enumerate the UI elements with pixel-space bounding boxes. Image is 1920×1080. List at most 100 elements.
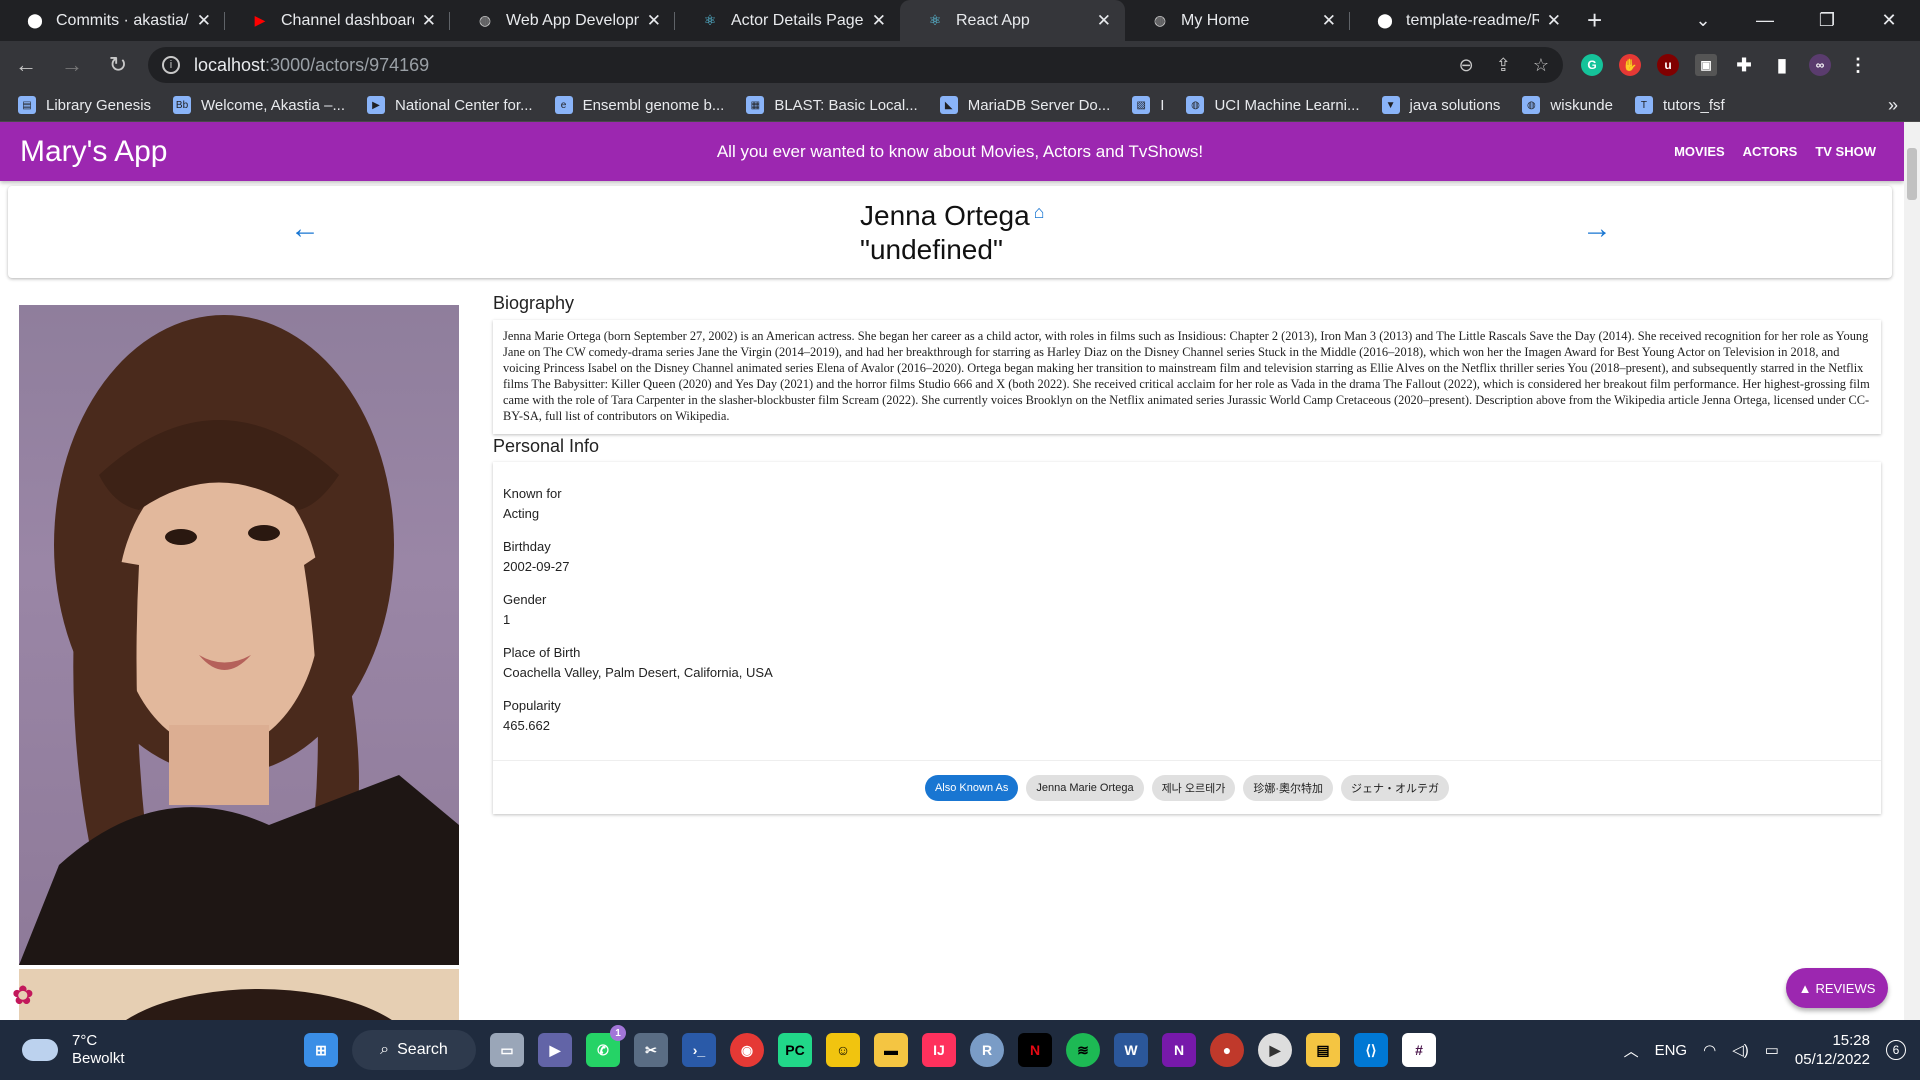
slack-icon[interactable]: #: [1402, 1033, 1436, 1067]
browser-tab[interactable]: ◍ Web App Developmen ✕: [450, 0, 675, 41]
bookmark-item[interactable]: ◍ wiskunde: [1522, 96, 1613, 114]
netflix-icon[interactable]: N: [1018, 1033, 1052, 1067]
browser-tab[interactable]: ⚛ Actor Details Page / A ✕: [675, 0, 900, 41]
app-brand[interactable]: Mary's App: [20, 135, 670, 169]
info-gender: Gender 1: [503, 590, 546, 630]
snipping-tool-icon[interactable]: ✂: [634, 1033, 668, 1067]
app-tagline: All you ever wanted to know about Movies…: [716, 141, 1204, 161]
powershell-icon[interactable]: ›_: [682, 1033, 716, 1067]
site-info-icon[interactable]: i: [162, 56, 180, 74]
close-tab-icon[interactable]: ✕: [197, 11, 211, 31]
next-arrow-icon[interactable]: →: [1582, 212, 1612, 246]
tab-search-icon[interactable]: ⌄: [1672, 0, 1734, 41]
close-window-icon[interactable]: ✕: [1858, 0, 1920, 41]
reviews-button[interactable]: ▲ REVIEWS: [1786, 968, 1888, 1008]
battery-icon[interactable]: ▭: [1765, 1041, 1779, 1059]
teams-chat-icon[interactable]: ▶: [538, 1033, 572, 1067]
volume-icon[interactable]: ◁): [1732, 1041, 1749, 1059]
nav-actors[interactable]: ACTORS: [1743, 144, 1798, 159]
extensions-puzzle-icon[interactable]: ✚: [1733, 54, 1755, 76]
anaconda-icon[interactable]: ☺: [826, 1033, 860, 1067]
file-explorer-icon[interactable]: ▬: [874, 1033, 908, 1067]
bookmark-item[interactable]: e Ensembl genome b...: [554, 96, 724, 114]
info-place-of-birth: Place of Birth Coachella Valley, Palm De…: [503, 643, 773, 683]
chevron-up-icon[interactable]: ︿: [1624, 1040, 1639, 1061]
bookmark-item[interactable]: ▤ Library Genesis: [18, 96, 151, 114]
reload-button[interactable]: ↻: [98, 45, 138, 85]
weather-widget[interactable]: 7°C Bewolkt: [22, 1032, 282, 1068]
browser-tab[interactable]: ⬤ Commits · akastia/lab ✕: [0, 0, 225, 41]
extensions-area: G ✋ u ▣ ✚ ▮ ∞ ⋮: [1581, 54, 1869, 76]
chrome-icon[interactable]: ◉: [730, 1033, 764, 1067]
onenote-icon[interactable]: N: [1162, 1033, 1196, 1067]
close-tab-icon[interactable]: ✕: [872, 11, 886, 31]
react-devtools-icon[interactable]: ✿: [12, 980, 42, 1010]
vscode-icon[interactable]: ⟨⟩: [1354, 1033, 1388, 1067]
windows-start-icon[interactable]: ⊞: [304, 1033, 338, 1067]
close-tab-icon[interactable]: ✕: [1547, 11, 1561, 31]
alias-chip[interactable]: 珍娜·奧尔特加: [1243, 774, 1334, 801]
bookmark-item[interactable]: Bb Welcome, Akastia –...: [173, 96, 345, 114]
ublock-icon[interactable]: u: [1657, 54, 1679, 76]
bookmark-item[interactable]: Ttutors_fsf: [1634, 96, 1725, 114]
restore-icon[interactable]: ❐: [1796, 0, 1858, 41]
spotify-icon[interactable]: ≋: [1066, 1033, 1100, 1067]
bookmark-item[interactable]: ▶ National Center for...: [367, 96, 533, 114]
more-bookmarks-button[interactable]: »: [1888, 95, 1898, 116]
home-icon[interactable]: ⌂: [1034, 202, 1045, 223]
address-bar[interactable]: i localhost:3000/actors/974169 ⊖ ⇪ ☆: [148, 47, 1563, 83]
clock[interactable]: 15:28 05/12/2022: [1795, 1031, 1870, 1069]
whatsapp-icon[interactable]: ✆ 1: [586, 1025, 626, 1067]
bookmark-star-icon[interactable]: ☆: [1533, 55, 1549, 76]
bookmark-item[interactable]: ▦ BLAST: Basic Local...: [746, 96, 918, 114]
previous-arrow-icon[interactable]: ←: [290, 212, 320, 246]
file-manager-icon[interactable]: ▤: [1306, 1033, 1340, 1067]
profile-avatar[interactable]: ∞: [1809, 54, 1831, 76]
browser-tab[interactable]: ◍ My Home ✕: [1125, 0, 1350, 41]
zoom-icon[interactable]: ⊖: [1459, 55, 1474, 76]
extension-box-icon[interactable]: ▣: [1695, 54, 1717, 76]
system-tray: ︿ ENG ◠ ◁) ▭ 15:28 05/12/2022 6: [1624, 1031, 1906, 1069]
share-icon[interactable]: ⇪: [1496, 55, 1511, 76]
new-tab-button[interactable]: +: [1587, 0, 1602, 41]
bookmark-item[interactable]: ▼ java solutions: [1381, 96, 1500, 114]
close-tab-icon[interactable]: ✕: [422, 11, 436, 31]
close-tab-icon[interactable]: ✕: [647, 11, 661, 31]
task-view-icon[interactable]: ▭: [490, 1033, 524, 1067]
taskbar-search[interactable]: ⌕ Search: [352, 1030, 476, 1070]
nav-tvshow[interactable]: TV SHOW: [1815, 144, 1876, 159]
browser-tab-active[interactable]: ⚛ React App ✕: [900, 0, 1125, 41]
close-tab-icon[interactable]: ✕: [1097, 11, 1111, 31]
browser-tab[interactable]: ▶ Channel dashboard - ✕: [225, 0, 450, 41]
bookmark-item[interactable]: ▧ I: [1132, 96, 1164, 114]
grammarly-icon[interactable]: G: [1581, 54, 1603, 76]
r-icon[interactable]: R: [970, 1033, 1004, 1067]
forward-button[interactable]: →: [52, 45, 92, 85]
side-panel-icon[interactable]: ▮: [1771, 54, 1793, 76]
back-button[interactable]: ←: [6, 45, 46, 85]
alias-chip[interactable]: ジェナ・オルテガ: [1341, 774, 1450, 801]
extension-red-icon[interactable]: ✋: [1619, 54, 1641, 76]
alias-chip[interactable]: 제나 오르테가: [1151, 774, 1236, 801]
menu-dots-icon[interactable]: ⋮: [1847, 54, 1869, 76]
bookmark-item[interactable]: ◣ MariaDB Server Do...: [939, 96, 1110, 114]
browser-tab[interactable]: ⬤ template-readme/RE ✕: [1350, 0, 1575, 41]
nav-movies[interactable]: MOVIES: [1674, 144, 1725, 159]
intellij-icon[interactable]: IJ: [922, 1033, 956, 1067]
notification-badge[interactable]: 6: [1886, 1040, 1906, 1060]
scrollbar-thumb[interactable]: [1907, 148, 1917, 200]
also-known-as-label-chip[interactable]: Also Known As: [924, 774, 1019, 801]
url-text[interactable]: localhost:3000/actors/974169: [194, 55, 1459, 76]
minimize-icon[interactable]: —: [1734, 0, 1796, 41]
wifi-icon[interactable]: ◠: [1703, 1041, 1716, 1059]
tab-title: Web App Developmen: [506, 11, 639, 29]
page-scrollbar[interactable]: [1904, 122, 1920, 1020]
word-icon[interactable]: W: [1114, 1033, 1148, 1067]
bookmark-item[interactable]: ◍ UCI Machine Learni...: [1186, 96, 1360, 114]
media-player-icon[interactable]: ▶: [1258, 1033, 1292, 1067]
close-tab-icon[interactable]: ✕: [1322, 11, 1336, 31]
record-icon[interactable]: ●: [1210, 1033, 1244, 1067]
alias-chip[interactable]: Jenna Marie Ortega: [1026, 774, 1144, 801]
language-indicator[interactable]: ENG: [1655, 1042, 1688, 1059]
pycharm-icon[interactable]: PC: [778, 1033, 812, 1067]
